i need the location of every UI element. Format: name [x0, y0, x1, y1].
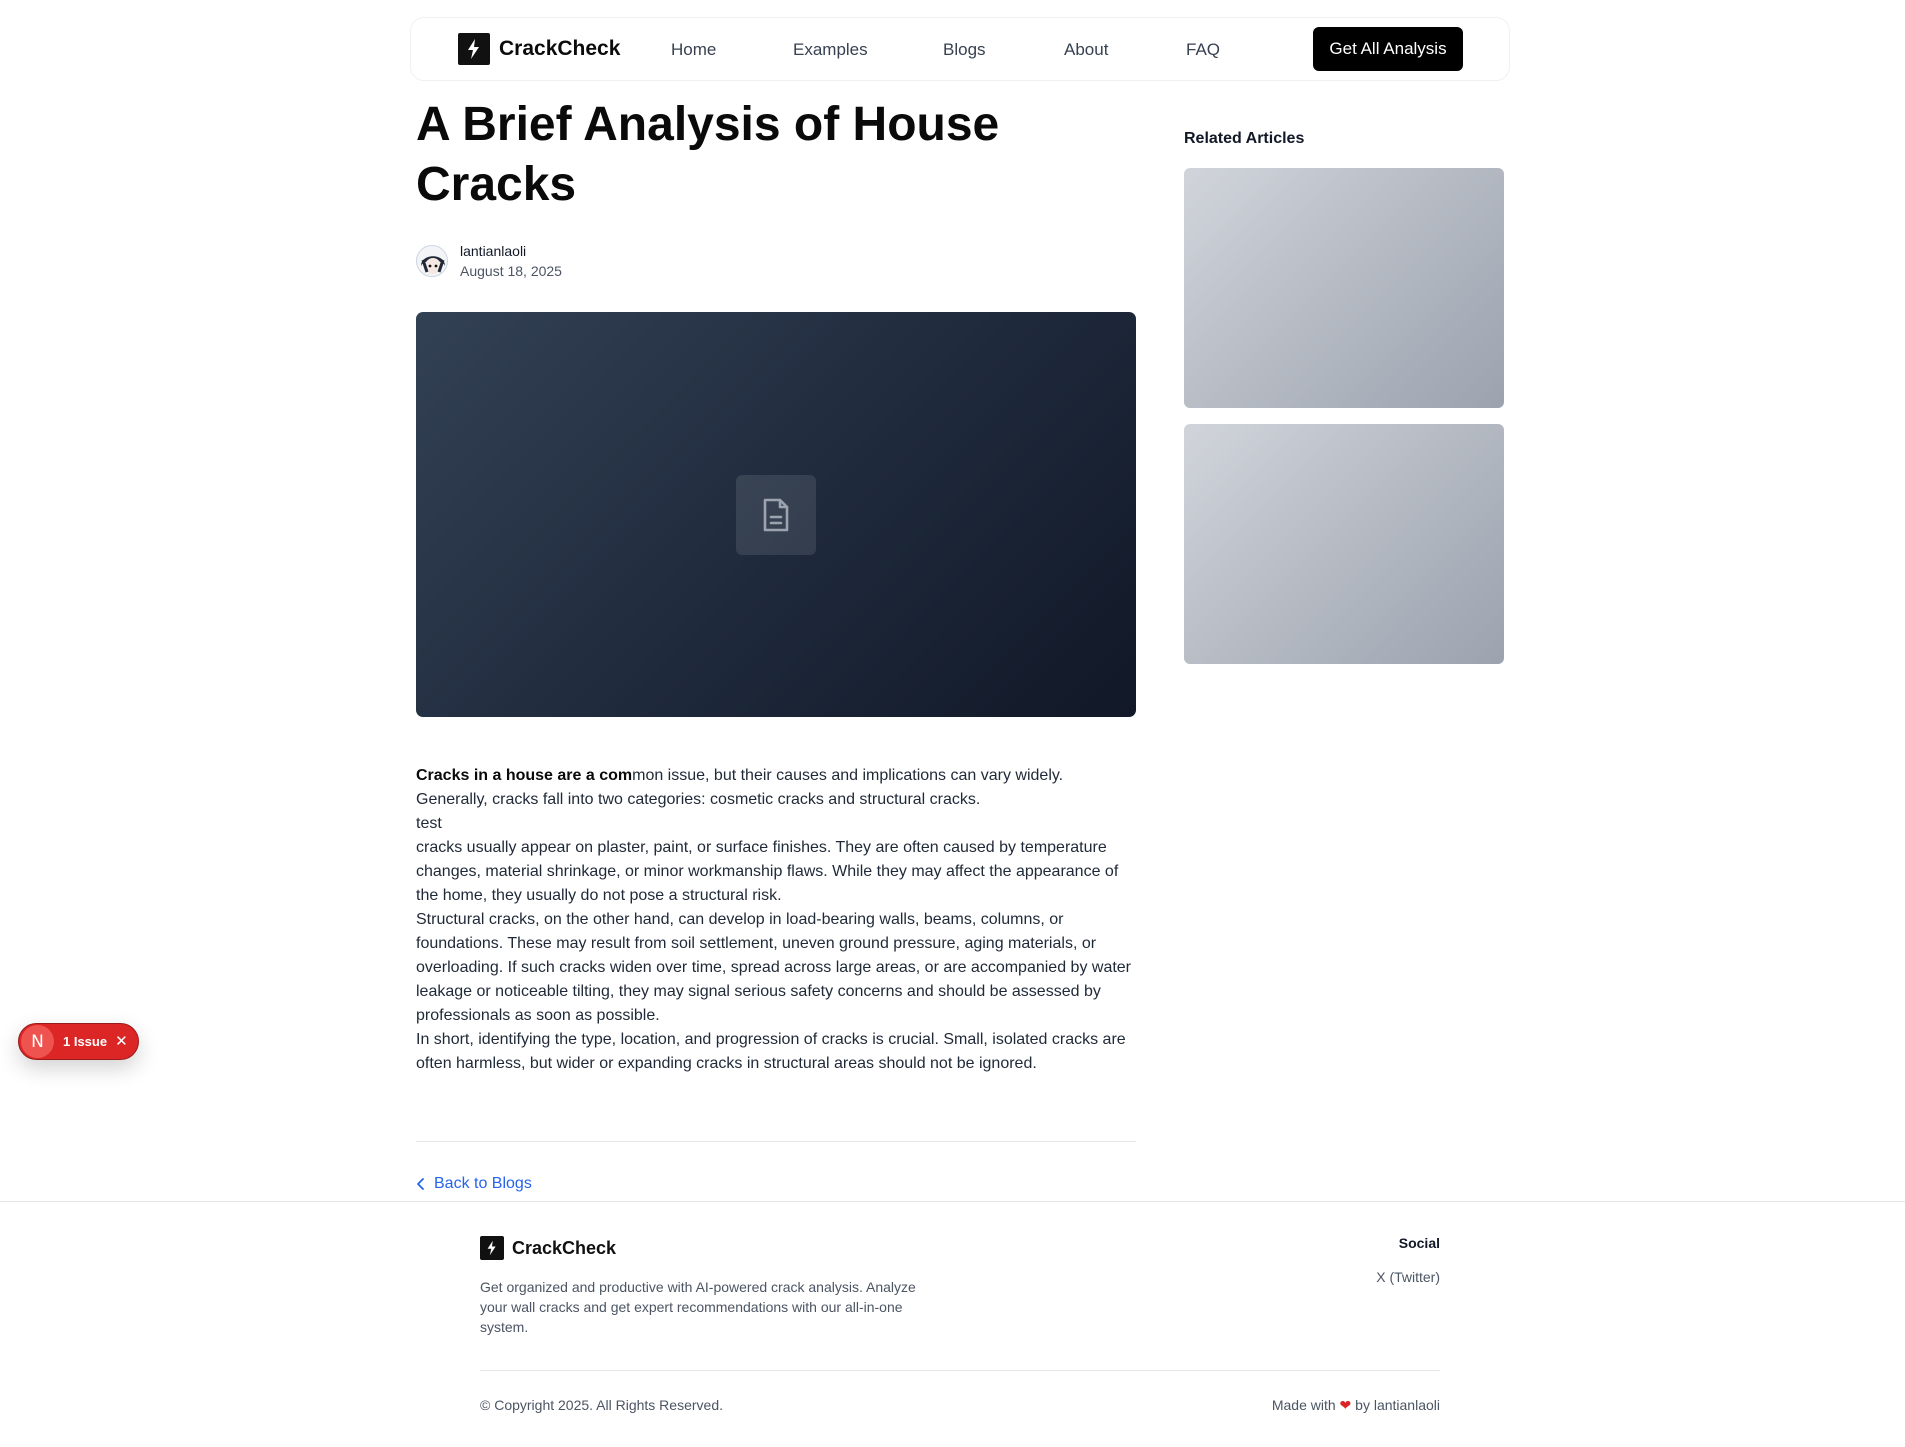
top-navbar: CrackCheck Home Examples Blogs About FAQ…: [410, 17, 1510, 81]
hero-image-placeholder: [416, 312, 1136, 717]
chevron-left-icon: [417, 1178, 424, 1190]
article-paragraph: test: [416, 815, 442, 832]
nextjs-letter: N: [31, 1031, 44, 1052]
footer-brand[interactable]: CrackCheck: [480, 1236, 616, 1260]
avatar: [416, 245, 448, 277]
related-article-card[interactable]: [1184, 168, 1504, 408]
made-prefix: Made with: [1271, 1397, 1336, 1413]
x-twitter-link[interactable]: X (Twitter): [1376, 1269, 1440, 1285]
page-title: A Brief Analysis of House Cracks: [416, 98, 1000, 211]
nav-link-faq[interactable]: FAQ: [1186, 40, 1220, 60]
get-all-analysis-button[interactable]: Get All Analysis: [1313, 27, 1463, 71]
footer-brand-name: CrackCheck: [512, 1237, 617, 1258]
made-with-love: Made with ❤ by lantianlaoli: [1272, 1397, 1440, 1414]
lightning-bolt-icon: [480, 1236, 504, 1260]
lead-bold-text: Cracks in a house are a com: [416, 767, 633, 784]
document-icon: [736, 475, 816, 555]
nav-link-home[interactable]: Home: [671, 40, 716, 60]
author-block: lantianlaoli August 18, 2025: [416, 241, 562, 281]
author-meta: lantianlaoli August 18, 2025: [460, 241, 562, 281]
footer-description: Get organized and productive with AI-pow…: [480, 1279, 916, 1335]
nav-link-about[interactable]: About: [1064, 40, 1108, 60]
article-paragraph: In short, identifying the type, location…: [416, 1031, 1126, 1072]
article-divider: [416, 1141, 1136, 1142]
footer-border: [0, 1201, 1905, 1202]
dev-issues-badge[interactable]: N 1 Issue ✕: [18, 1023, 139, 1060]
article-paragraph: Structural cracks, on the other hand, ca…: [416, 911, 1132, 1024]
back-to-blogs-label: Back to Blogs: [434, 1175, 532, 1192]
made-suffix: by lantianlaoli: [1355, 1397, 1440, 1413]
footer-divider: [480, 1370, 1440, 1371]
heart-icon: ❤: [1339, 1397, 1352, 1413]
copyright-text: © Copyright 2025. All Rights Reserved.: [480, 1397, 723, 1413]
back-to-blogs-link[interactable]: Back to Blogs: [416, 1175, 532, 1193]
lightning-bolt-icon: [458, 33, 490, 65]
close-icon[interactable]: ✕: [115, 1034, 128, 1049]
nav-link-examples[interactable]: Examples: [793, 40, 868, 60]
brand-name: CrackCheck: [499, 37, 621, 60]
nextjs-logo-icon: N: [21, 1025, 54, 1058]
article-paragraph: cracks usually appear on plaster, paint,…: [416, 839, 1119, 904]
article-lead: Cracks in a house are a common issue, bu…: [416, 764, 1138, 812]
brand-logo[interactable]: CrackCheck: [458, 33, 620, 65]
article-body: Cracks in a house are a common issue, bu…: [416, 764, 1138, 1076]
issue-count-label: 1 Issue: [63, 1034, 108, 1049]
author-name: lantianlaoli: [460, 243, 527, 259]
social-heading: Social: [1398, 1235, 1440, 1251]
related-articles-heading: Related Articles: [1184, 130, 1305, 147]
publish-date: August 18, 2025: [460, 263, 562, 279]
nav-link-blogs[interactable]: Blogs: [943, 40, 986, 60]
related-article-card[interactable]: [1184, 424, 1504, 664]
